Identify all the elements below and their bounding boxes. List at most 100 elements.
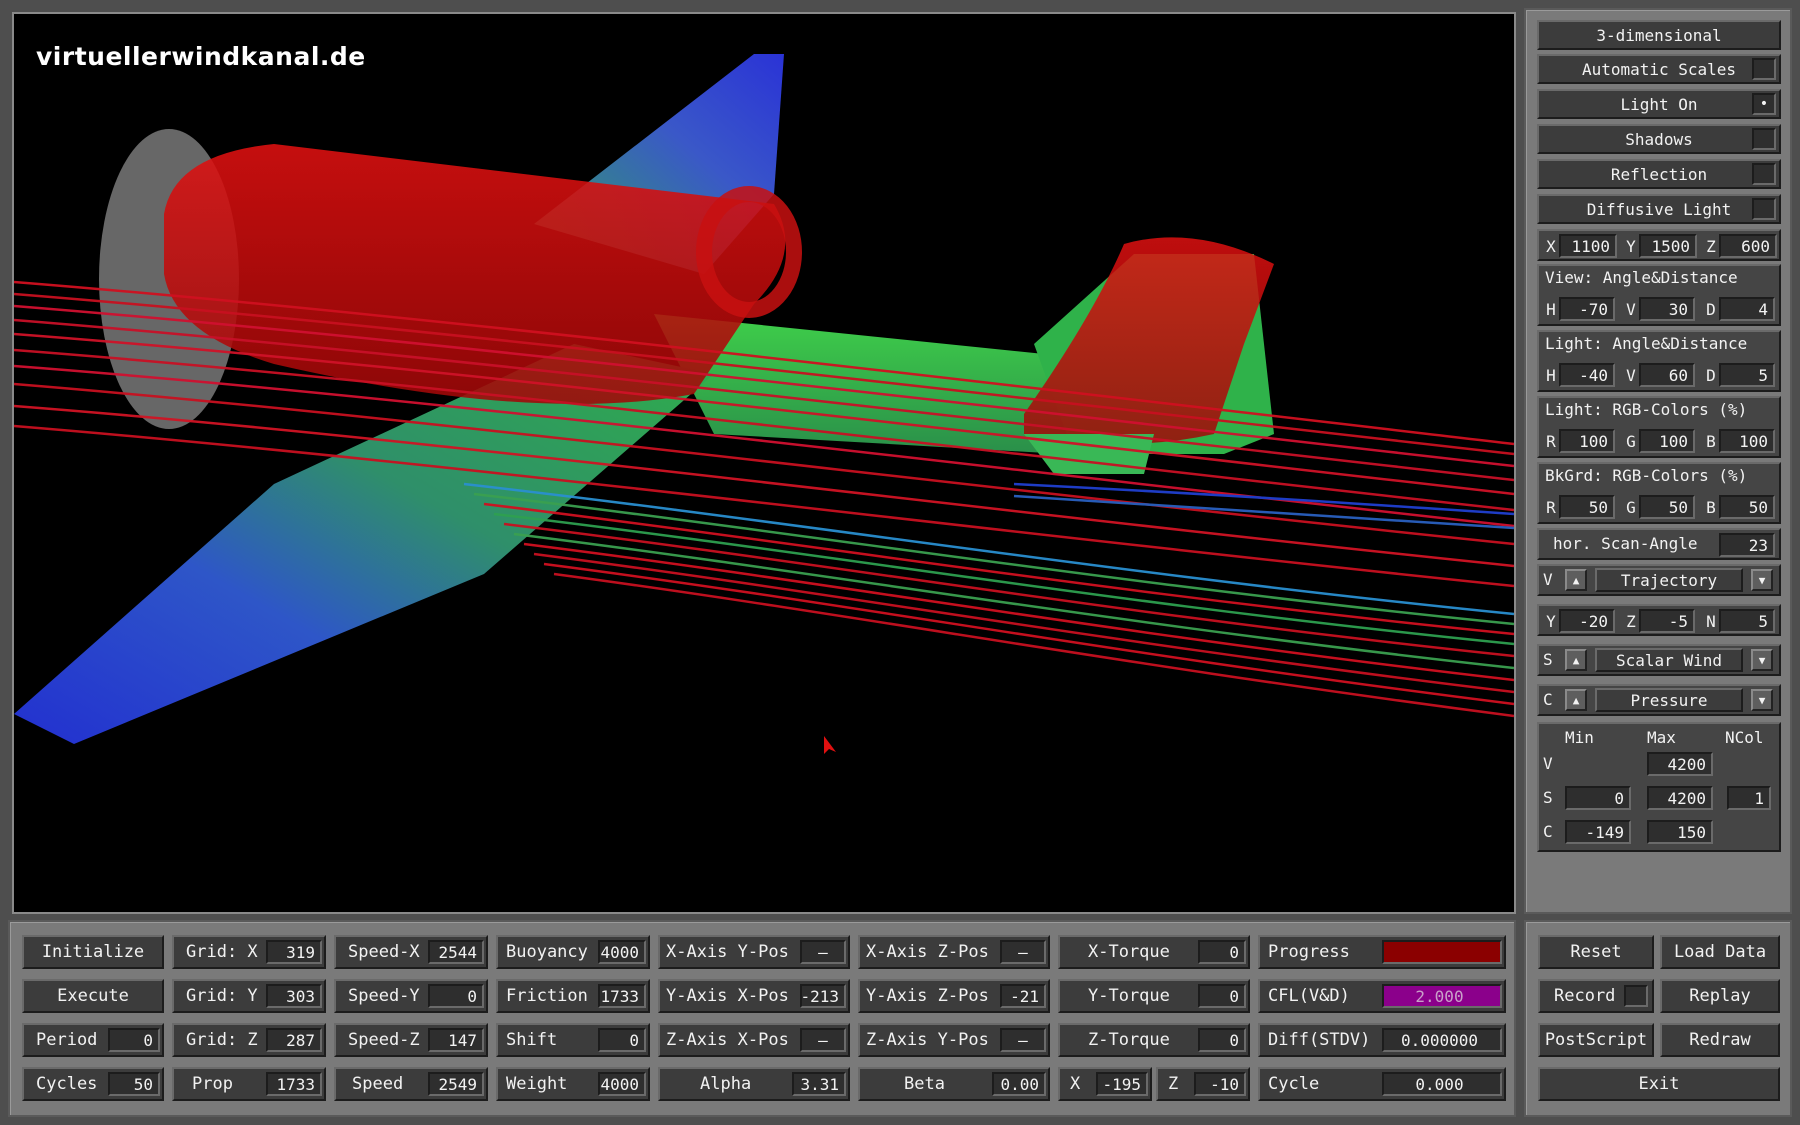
cycles-value[interactable]: 50: [108, 1072, 160, 1096]
replay-button[interactable]: Replay: [1660, 979, 1780, 1013]
friction-value[interactable]: 1733: [598, 984, 646, 1008]
field-value[interactable]: 1500: [1639, 234, 1697, 258]
arrow-down-icon[interactable]: ▼: [1751, 689, 1773, 711]
yaxis-zpos-value[interactable]: -21: [1000, 984, 1046, 1008]
pos-x-field[interactable]: X 1100: [1543, 233, 1617, 259]
field-value[interactable]: -20: [1559, 609, 1615, 633]
grid-y-value[interactable]: 303: [266, 984, 322, 1008]
toggle-light-on[interactable]: Light On •: [1537, 89, 1781, 119]
grid-z-value[interactable]: 287: [266, 1028, 322, 1052]
weight-value[interactable]: 4000: [598, 1072, 646, 1096]
v-selector[interactable]: V ▲ Trajectory ▼: [1537, 564, 1781, 596]
speed-z-value[interactable]: 147: [428, 1028, 484, 1052]
xaxis-ypos-value[interactable]: —: [800, 940, 846, 964]
checkbox[interactable]: [1752, 198, 1776, 220]
light-g-field[interactable]: G 100: [1623, 428, 1695, 454]
v-max-value[interactable]: 4200: [1647, 752, 1713, 776]
s-max-value[interactable]: 4200: [1647, 786, 1713, 810]
field-value[interactable]: 30: [1639, 297, 1695, 321]
field-value[interactable]: 50: [1639, 495, 1695, 519]
s-ncol-value[interactable]: 1: [1727, 786, 1771, 810]
light-v-field[interactable]: V 60: [1623, 362, 1695, 388]
field-value[interactable]: -5: [1639, 609, 1695, 633]
z-torque-value[interactable]: 0: [1198, 1028, 1246, 1052]
redraw-button[interactable]: Redraw: [1660, 1023, 1780, 1057]
field-value[interactable]: 100: [1719, 429, 1775, 453]
bkgrd-g-field[interactable]: G 50: [1623, 494, 1695, 520]
field-value[interactable]: 600: [1719, 234, 1777, 258]
arrow-up-icon[interactable]: ▲: [1565, 649, 1587, 671]
light-r-field[interactable]: R 100: [1543, 428, 1615, 454]
field-value[interactable]: 5: [1719, 363, 1775, 387]
reset-button[interactable]: Reset: [1538, 935, 1654, 969]
traj-n-field[interactable]: N5: [1703, 608, 1775, 634]
zaxis-ypos-value[interactable]: —: [1000, 1028, 1046, 1052]
arrow-down-icon[interactable]: ▼: [1751, 569, 1773, 591]
field-value[interactable]: 50: [1559, 495, 1615, 519]
arrow-down-icon[interactable]: ▼: [1751, 649, 1773, 671]
checkbox[interactable]: [1752, 58, 1776, 80]
execute-button[interactable]: Execute: [22, 979, 164, 1013]
buoyancy-value[interactable]: 4000: [598, 940, 646, 964]
traj-y-field[interactable]: Y -20: [1543, 608, 1615, 634]
x-torque-value[interactable]: 0: [1198, 940, 1246, 964]
c-min-value[interactable]: -149: [1565, 820, 1631, 844]
beta-value[interactable]: 0.00: [992, 1072, 1046, 1096]
traj-z-field[interactable]: Z -5: [1623, 608, 1695, 634]
field-value[interactable]: 60: [1639, 363, 1695, 387]
toggle-automatic-scales[interactable]: Automatic Scales: [1537, 54, 1781, 84]
view-v-field[interactable]: V 30: [1623, 296, 1695, 322]
bkgrd-r-field[interactable]: R 50: [1543, 494, 1615, 520]
view-h-field[interactable]: H -70: [1543, 296, 1615, 322]
record-checkbox[interactable]: [1624, 985, 1648, 1007]
cfl-value[interactable]: 2.000: [1382, 984, 1502, 1008]
xaxis-zpos-value[interactable]: —: [1000, 940, 1046, 964]
diff-value[interactable]: 0.000000: [1382, 1028, 1502, 1052]
field-value[interactable]: 1100: [1559, 234, 1617, 258]
c-selector-value[interactable]: Pressure: [1595, 688, 1743, 712]
checkbox[interactable]: •: [1752, 93, 1776, 115]
postscript-button[interactable]: PostScript: [1538, 1023, 1654, 1057]
arrow-up-icon[interactable]: ▲: [1565, 689, 1587, 711]
period-value[interactable]: 0: [108, 1028, 160, 1052]
y-torque-value[interactable]: 0: [1198, 984, 1246, 1008]
c-max-value[interactable]: 150: [1647, 820, 1713, 844]
field-value[interactable]: -40: [1559, 363, 1615, 387]
s-selector[interactable]: S ▲ Scalar Wind ▼: [1537, 644, 1781, 676]
speed-y-value[interactable]: 0: [428, 984, 484, 1008]
shift-value[interactable]: 0: [598, 1028, 646, 1052]
field-value[interactable]: 100: [1639, 429, 1695, 453]
cycle-value[interactable]: 0.000: [1382, 1072, 1502, 1096]
view-d-field[interactable]: D4: [1703, 296, 1775, 322]
field-value[interactable]: 5: [1719, 609, 1775, 633]
light-h-field[interactable]: H -40: [1543, 362, 1615, 388]
pos-z-field[interactable]: Z 600: [1703, 233, 1777, 259]
load-data-button[interactable]: Load Data: [1660, 935, 1780, 969]
checkbox[interactable]: [1752, 128, 1776, 150]
viewport-3d[interactable]: virtuellerwindkanal.de: [12, 12, 1516, 914]
field-value[interactable]: 50: [1719, 495, 1775, 519]
speed-x-value[interactable]: 2544: [428, 940, 484, 964]
z-value[interactable]: -10: [1194, 1072, 1246, 1096]
exit-button[interactable]: Exit: [1538, 1067, 1780, 1101]
pos-y-field[interactable]: Y 1500: [1623, 233, 1697, 259]
scan-angle-value[interactable]: 23: [1719, 533, 1775, 557]
record-button[interactable]: Record: [1538, 979, 1654, 1013]
prop-value[interactable]: 1733: [266, 1072, 322, 1096]
v-selector-value[interactable]: Trajectory: [1595, 568, 1743, 592]
s-selector-value[interactable]: Scalar Wind: [1595, 648, 1743, 672]
field-value[interactable]: 4: [1719, 297, 1775, 321]
checkbox[interactable]: [1752, 163, 1776, 185]
field-value[interactable]: 100: [1559, 429, 1615, 453]
bkgrd-b-field[interactable]: B 50: [1703, 494, 1775, 520]
mode-3d-button[interactable]: 3-dimensional: [1537, 20, 1781, 50]
zaxis-xpos-value[interactable]: —: [800, 1028, 846, 1052]
toggle-diffusive-light[interactable]: Diffusive Light: [1537, 194, 1781, 224]
yaxis-xpos-value[interactable]: -213: [800, 984, 846, 1008]
arrow-up-icon[interactable]: ▲: [1565, 569, 1587, 591]
speed-value[interactable]: 2549: [428, 1072, 484, 1096]
alpha-value[interactable]: 3.31: [792, 1072, 846, 1096]
light-d-field[interactable]: D5: [1703, 362, 1775, 388]
light-b-field[interactable]: B 100: [1703, 428, 1775, 454]
initialize-button[interactable]: Initialize: [22, 935, 164, 969]
